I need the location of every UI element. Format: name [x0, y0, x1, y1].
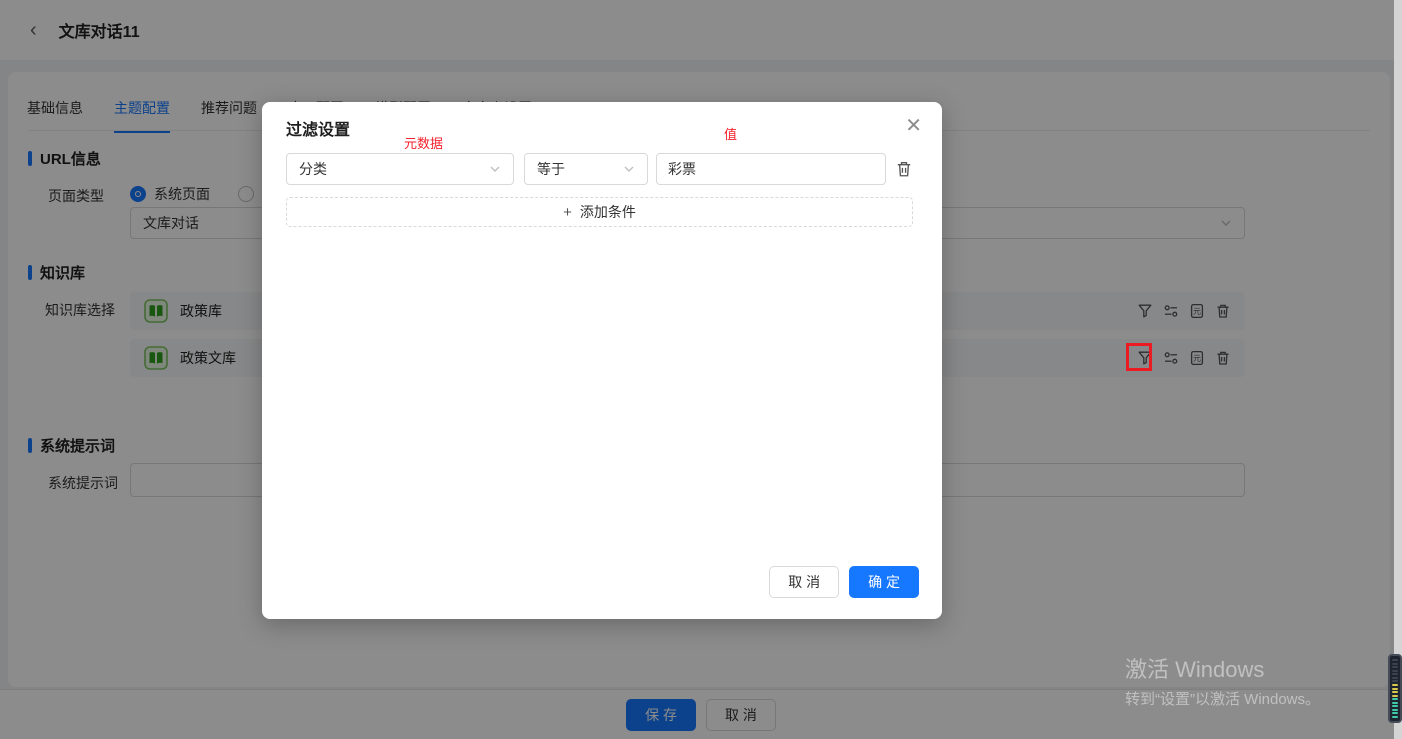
- condition-value-input[interactable]: [656, 153, 886, 185]
- annotation-value: 值: [724, 124, 737, 143]
- metadata-field-select[interactable]: 分类: [286, 153, 514, 185]
- modal-footer: 取 消 确 定: [769, 566, 919, 598]
- add-condition-button[interactable]: + 添加条件: [286, 197, 913, 227]
- red-highlight-box: [1126, 343, 1152, 371]
- modal-cancel-button[interactable]: 取 消: [769, 566, 839, 598]
- page: ‹ 文库对话11 基础信息 主题配置 推荐问题 应用配置 模型配置 自定义设置 …: [0, 0, 1402, 739]
- filter-settings-modal: 过滤设置 ✕ 元数据 值 分类 等于 + 添加条件 取 消 确 定: [262, 102, 942, 619]
- add-condition-label: 添加条件: [580, 202, 636, 222]
- plus-icon: +: [563, 204, 572, 221]
- metadata-field-value: 分类: [299, 159, 327, 179]
- operator-select[interactable]: 等于: [524, 153, 648, 185]
- annotation-metadata: 元数据: [404, 133, 443, 152]
- close-icon[interactable]: ✕: [905, 116, 922, 136]
- operator-value: 等于: [537, 159, 565, 179]
- level-meter-widget: [1388, 654, 1402, 723]
- modal-ok-button[interactable]: 确 定: [849, 566, 919, 598]
- modal-title: 过滤设置: [286, 116, 350, 140]
- chevron-down-icon: [623, 163, 635, 175]
- chevron-down-icon: [489, 163, 501, 175]
- trash-icon[interactable]: [895, 160, 913, 178]
- scrollbar[interactable]: [1394, 0, 1402, 739]
